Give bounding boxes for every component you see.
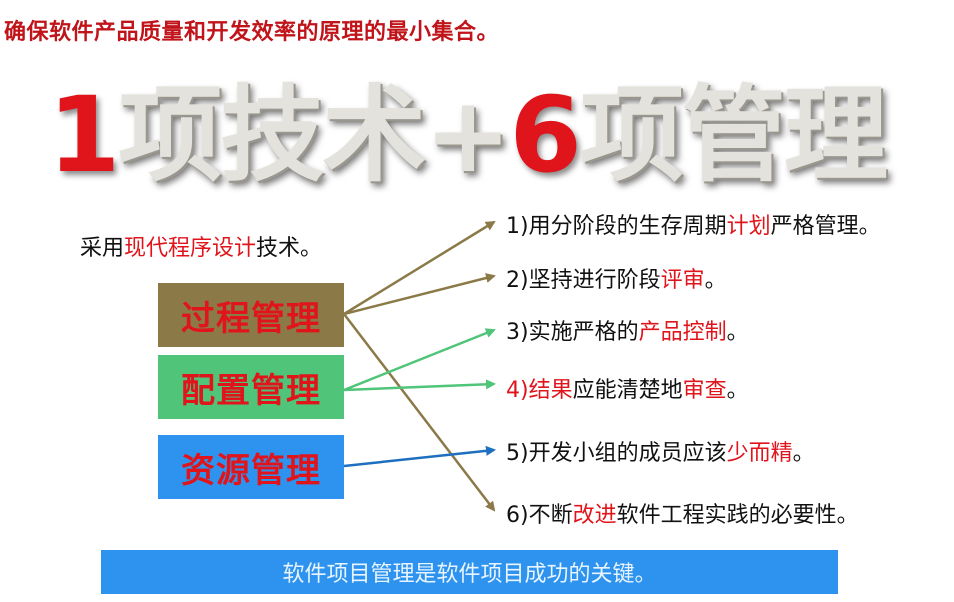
arrow-resource-to-item-5 [343, 445, 496, 468]
item-5-highlight: 少而精 [726, 441, 793, 466]
item-3-highlight: 产品控制 [638, 320, 727, 345]
arrow-config-to-item-4 [343, 379, 496, 392]
process-management-box: 过程管理 [158, 283, 344, 347]
item-4-middle: 应能清楚地 [572, 378, 683, 403]
item-4-number: 4) [506, 378, 529, 403]
principle-item-6: 6)不断改进软件工程实践的必要性。 [506, 497, 859, 529]
item-6-highlight: 改进 [572, 503, 617, 528]
item-4-suffix: 。 [726, 378, 749, 403]
configuration-management-label: 配置管理 [181, 370, 321, 411]
resource-management-box: 资源管理 [158, 435, 344, 499]
item-6-prefix: 6)不断 [506, 503, 573, 528]
item-5-prefix: 5)开发小组的成员应该 [506, 441, 727, 466]
item-6-suffix: 软件工程实践的必要性。 [616, 503, 859, 528]
arrow-process-to-item-2 [343, 273, 496, 316]
principle-item-2: 2)坚持进行阶段评审。 [506, 262, 727, 294]
item-4-highlight: 结果 [528, 378, 573, 403]
item-1-highlight: 计划 [726, 214, 771, 239]
item-5-suffix: 。 [792, 441, 815, 466]
conclusion-banner: 软件项目管理是软件项目成功的关键。 [101, 550, 838, 594]
item-2-highlight: 评审 [660, 268, 705, 293]
item-2-suffix: 。 [704, 268, 727, 293]
item-3-suffix: 。 [726, 320, 749, 345]
conclusion-text: 软件项目管理是软件项目成功的关键。 [282, 562, 657, 587]
principle-item-4: 4)结果应能清楚地审查。 [506, 372, 749, 404]
principle-item-3: 3)实施严格的产品控制。 [506, 314, 749, 346]
resource-management-label: 资源管理 [181, 450, 321, 491]
principle-item-5: 5)开发小组的成员应该少而精。 [506, 435, 815, 467]
item-1-prefix: 1)用分阶段的生存周期 [506, 214, 727, 239]
arrow-process-to-item-6 [343, 313, 496, 512]
arrow-config-to-item-3 [343, 328, 496, 392]
item-4-highlight-2: 审查 [682, 378, 727, 403]
principle-item-1: 1)用分阶段的生存周期计划严格管理。 [506, 208, 881, 240]
item-3-prefix: 3)实施严格的 [506, 320, 639, 345]
arrow-process-to-item-1 [343, 220, 496, 316]
item-1-suffix: 严格管理。 [770, 214, 881, 239]
configuration-management-box: 配置管理 [158, 355, 344, 419]
item-2-prefix: 2)坚持进行阶段 [506, 268, 661, 293]
process-management-label: 过程管理 [181, 298, 321, 339]
